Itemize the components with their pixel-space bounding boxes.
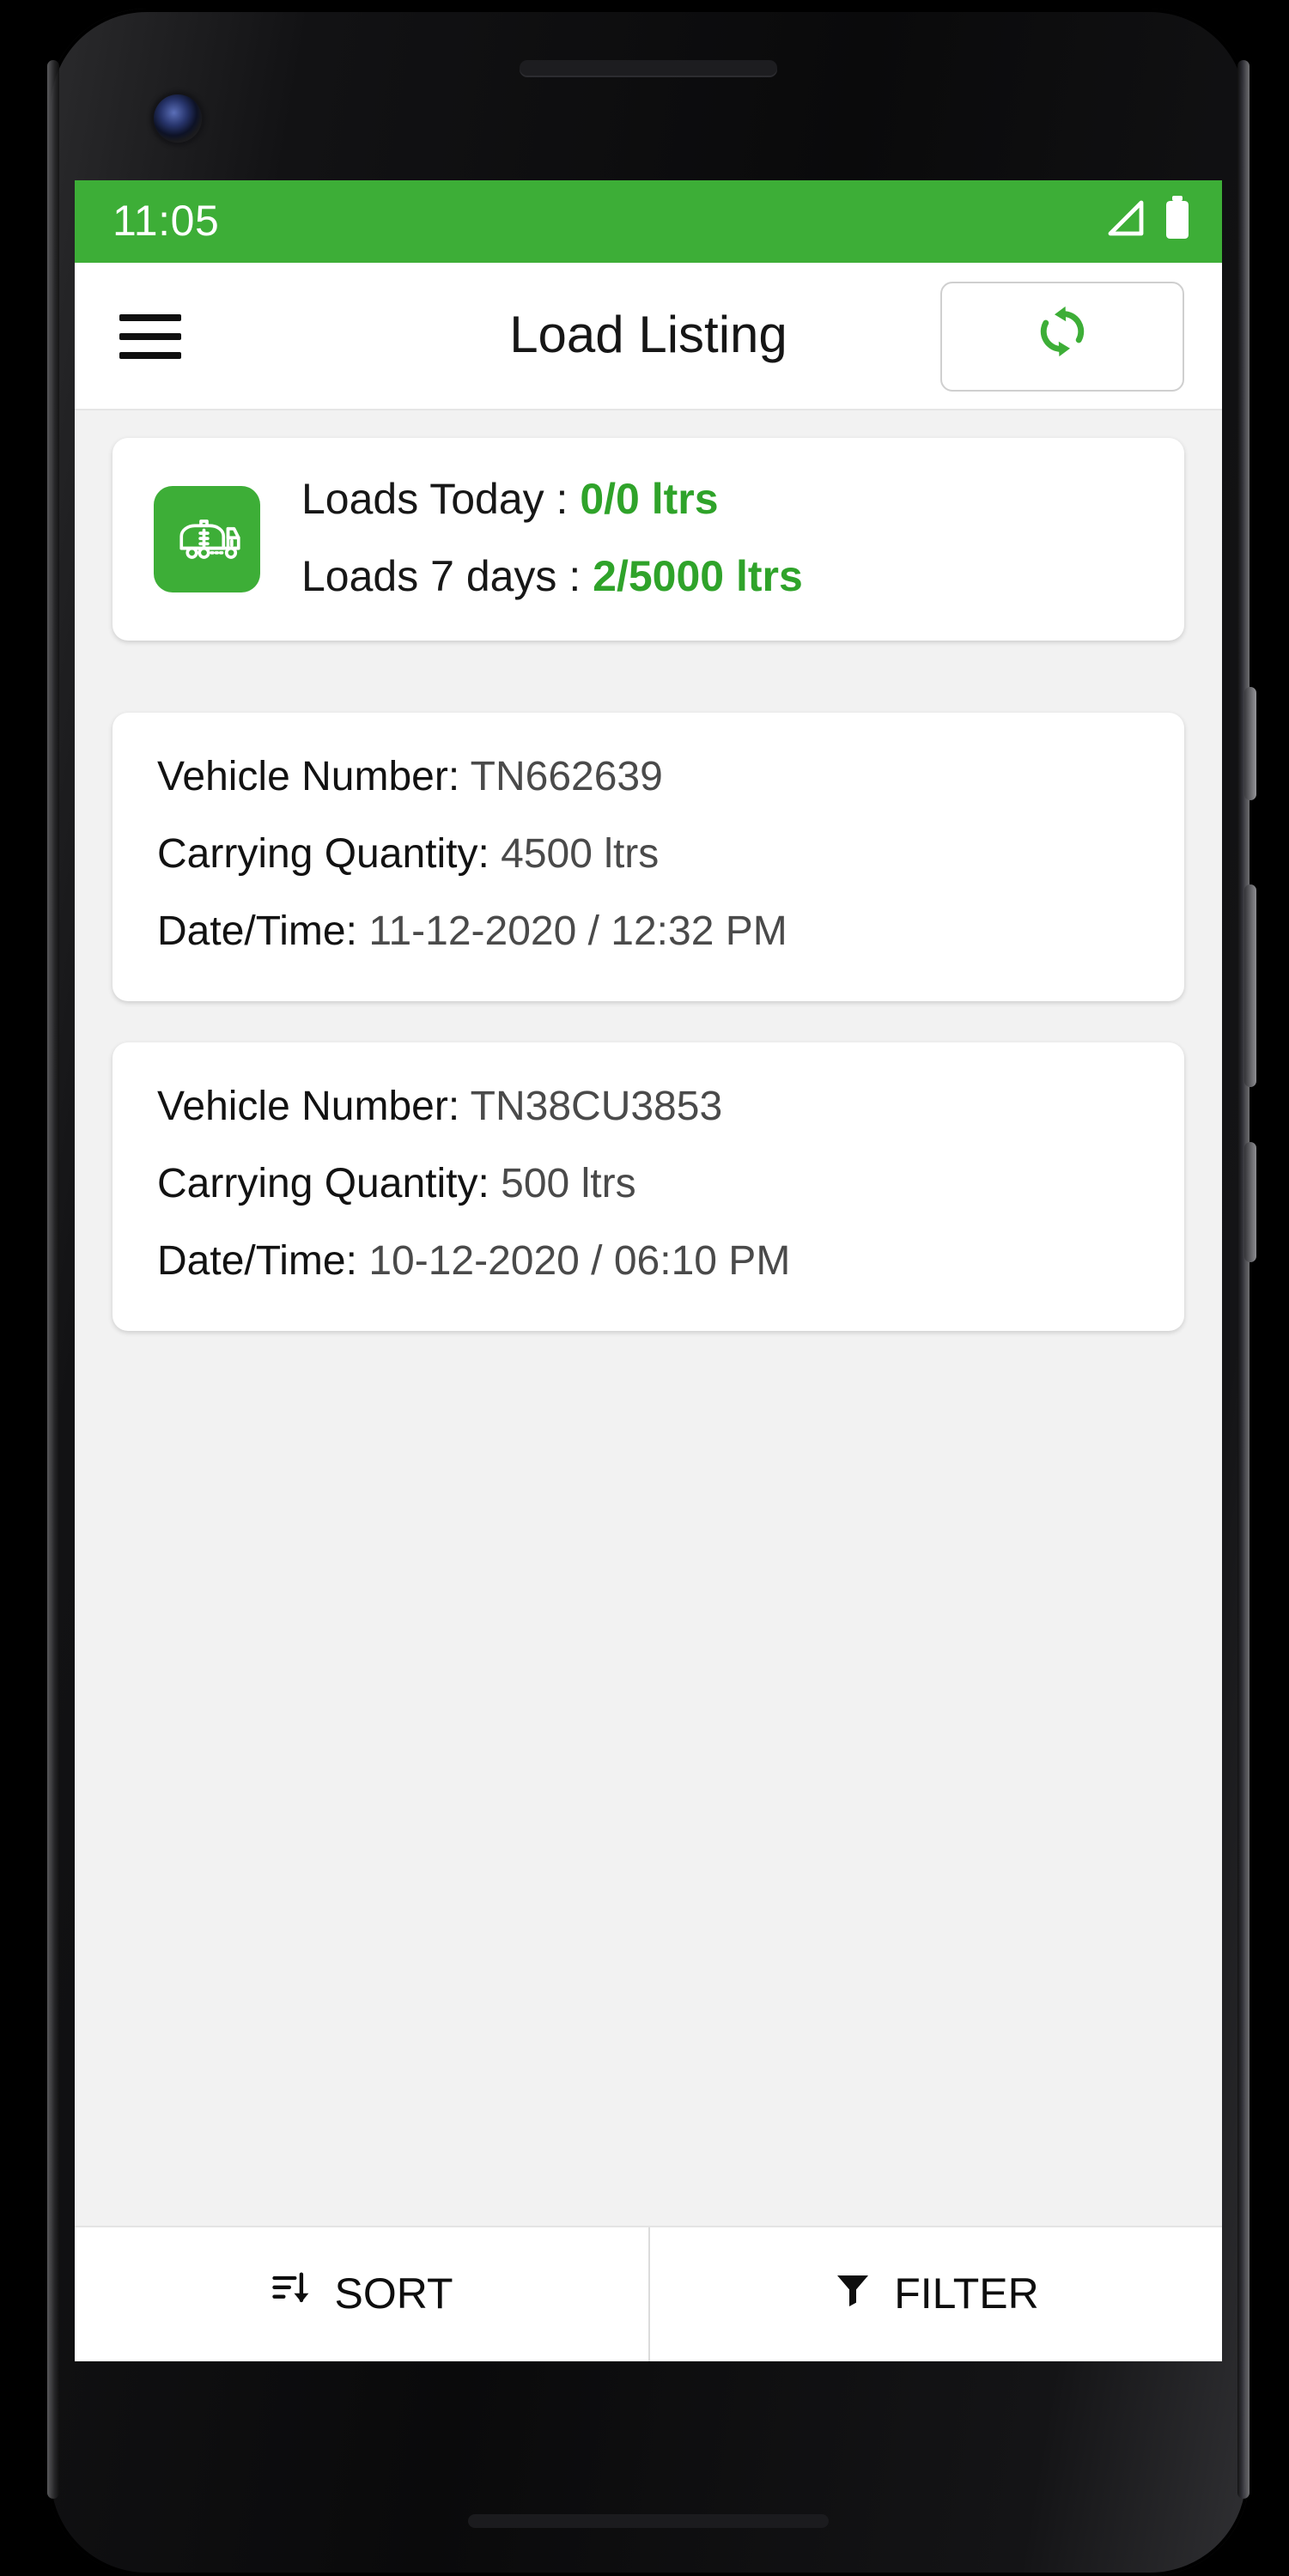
carrying-quantity-value: 4500 ltrs — [501, 831, 660, 878]
date-time-row: Date/Time: 10-12-2020 / 06:10 PM — [157, 1238, 1140, 1286]
device-left-edge — [47, 60, 59, 2499]
volume-up-button[interactable] — [1244, 884, 1256, 1087]
tanker-truck-icon — [154, 486, 260, 592]
carrying-quantity-label: Carrying Quantity: — [157, 1161, 489, 1207]
vehicle-number-label: Vehicle Number: — [157, 754, 460, 800]
device-right-edge — [1237, 60, 1249, 2499]
date-time-value: 11-12-2020 / 12:32 PM — [368, 908, 787, 955]
filter-button[interactable]: FILTER — [649, 2227, 1222, 2361]
refresh-button[interactable] — [940, 281, 1184, 391]
loads-today-value: 0/0 ltrs — [580, 476, 719, 524]
load-list-item[interactable]: Vehicle Number: TN662639 Carrying Quanti… — [112, 713, 1184, 1001]
loads-summary-card: Loads Today : 0/0 ltrs Loads 7 days : 2/… — [112, 438, 1184, 641]
sort-descending-icon — [270, 2266, 314, 2323]
filter-funnel-icon — [832, 2268, 873, 2321]
bottom-action-bar: SORT FILTER — [75, 2226, 1222, 2361]
content-area: Loads Today : 0/0 ltrs Loads 7 days : 2/… — [75, 410, 1222, 2361]
date-time-value: 10-12-2020 / 06:10 PM — [368, 1238, 791, 1285]
carrying-quantity-row: Carrying Quantity: 4500 ltrs — [157, 831, 1140, 879]
summary-lines: Loads Today : 0/0 ltrs Loads 7 days : 2/… — [301, 476, 803, 603]
app-bar: Load Listing — [75, 263, 1222, 410]
phone-screen: 11:05 Load Listing Loads Today: 0/0 ltr… — [75, 180, 1222, 2361]
carrying-quantity-value: 500 ltrs — [501, 1161, 636, 1207]
signal-triangle-icon — [1102, 198, 1146, 245]
vehicle-number-row: Vehicle Number: TN38CU3853 — [157, 1084, 1140, 1132]
loads-today-row: Loads Today : 0/0 ltrs — [301, 476, 803, 526]
loads-7days-value: 2/5000 ltrs — [593, 553, 803, 601]
vehicle-number-row: Vehicle Number: TN662639 — [157, 754, 1140, 802]
power-button[interactable] — [1244, 687, 1256, 800]
hamburger-menu-icon[interactable] — [119, 313, 181, 358]
status-bar-icons — [1102, 195, 1191, 248]
date-time-row: Date/Time: 11-12-2020 / 12:32 PM — [157, 908, 1140, 957]
hamburger-bar — [119, 351, 181, 358]
loads-7days-label: Loads 7 days : — [301, 553, 581, 601]
phone-device: 11:05 Load Listing Loads Today: 0/0 ltr… — [47, 9, 1256, 2576]
status-bar: 11:05 — [75, 180, 1222, 263]
hamburger-bar — [119, 313, 181, 320]
vehicle-number-label: Vehicle Number: — [157, 1084, 460, 1130]
vehicle-number-value: TN38CU3853 — [470, 1084, 723, 1130]
hamburger-bar — [119, 332, 181, 339]
date-time-label: Date/Time: — [157, 1238, 357, 1285]
status-bar-clock: 11:05 — [112, 197, 220, 245]
vehicle-number-value: TN662639 — [470, 754, 663, 800]
filter-label: FILTER — [894, 2269, 1039, 2318]
earpiece-speaker — [520, 60, 777, 76]
loads-7days-row: Loads 7 days : 2/5000 ltrs — [301, 553, 803, 603]
battery-full-icon — [1164, 195, 1191, 248]
carrying-quantity-row: Carrying Quantity: 500 ltrs — [157, 1161, 1140, 1209]
volume-down-button[interactable] — [1244, 1142, 1256, 1262]
date-time-label: Date/Time: — [157, 908, 357, 955]
loads-today-label: Loads Today : — [301, 476, 568, 524]
front-camera-icon — [154, 94, 202, 143]
sort-button[interactable]: SORT — [75, 2227, 648, 2361]
carrying-quantity-label: Carrying Quantity: — [157, 831, 489, 878]
bottom-speaker-grille — [468, 2514, 829, 2528]
load-list-item[interactable]: Vehicle Number: TN38CU3853 Carrying Quan… — [112, 1042, 1184, 1331]
sort-label: SORT — [334, 2269, 453, 2318]
refresh-sync-icon — [1031, 301, 1093, 371]
